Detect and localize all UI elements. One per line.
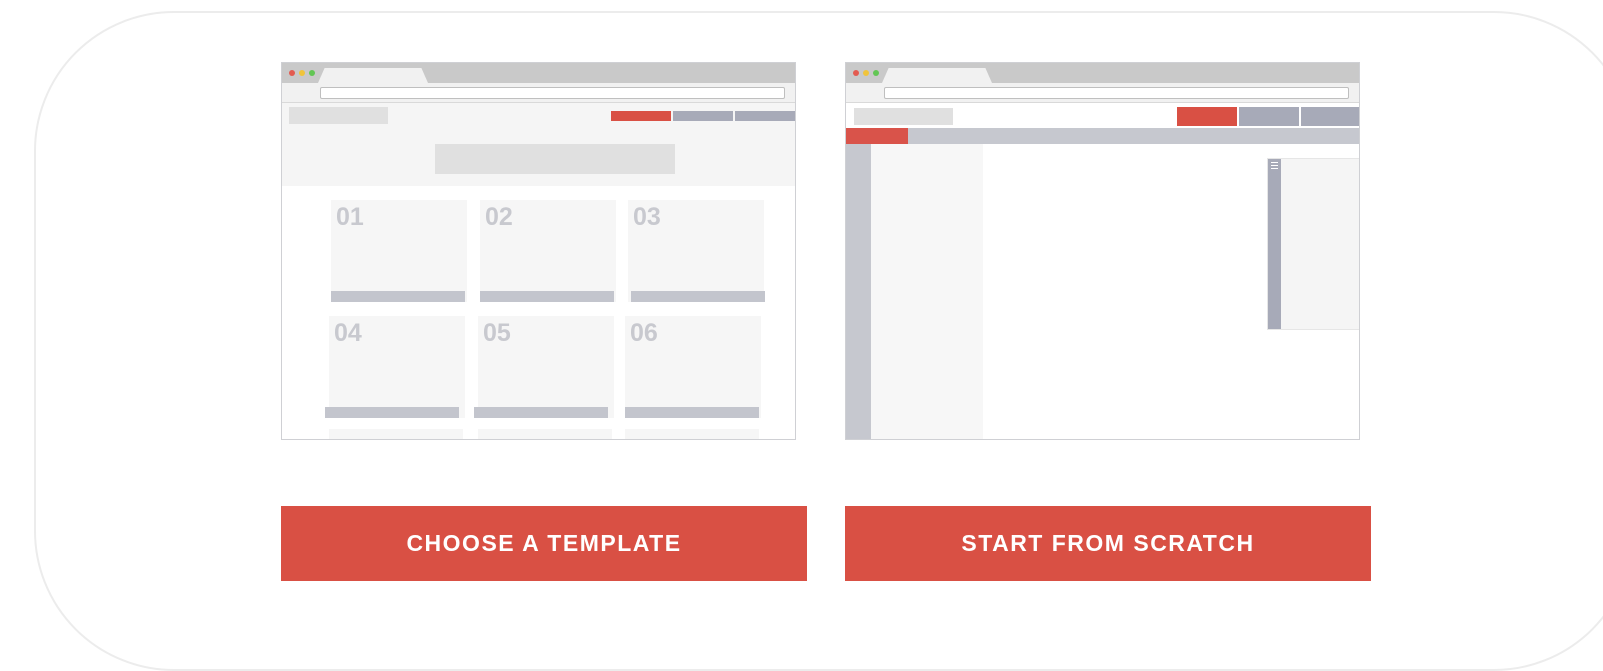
toolbar-strip-active [846,128,908,144]
window-controls [289,70,315,76]
nav-placeholder [1239,107,1299,126]
template-card-number: 02 [485,203,513,231]
nav-placeholder-active [1177,107,1237,126]
template-preview-window: 01 02 03 04 05 06 [281,62,796,440]
address-row [282,83,795,103]
hero-placeholder [435,144,675,174]
template-card: 01 [331,200,467,302]
minimize-dot-icon [863,70,869,76]
close-dot-icon [289,70,295,76]
nav-placeholder [673,111,733,121]
template-card-bar [325,407,459,418]
browser-tab-bar [282,63,795,83]
floating-panel-bar [1268,159,1281,329]
address-bar [884,87,1349,99]
close-dot-icon [853,70,859,76]
template-card: 05 [474,316,614,418]
template-card-partial [329,429,463,439]
template-card-partial [625,429,759,439]
toolbar-strip [846,128,1359,144]
window-controls [853,70,879,76]
template-card-bar [631,291,765,302]
template-card: 03 [628,200,765,302]
browser-tab [318,68,428,83]
maximize-dot-icon [873,70,879,76]
editor-sidebar [846,144,871,439]
choose-template-button[interactable]: CHOOSE A TEMPLATE [281,506,807,581]
address-bar [320,87,785,99]
template-card-partial [478,429,612,439]
template-card-number: 01 [336,203,364,231]
preview-navbar [282,103,795,127]
template-card-bar [331,291,465,302]
start-from-scratch-button[interactable]: START FROM SCRATCH [845,506,1371,581]
template-card-number: 04 [334,319,362,347]
floating-panel [1267,158,1359,330]
template-card-bar [474,407,608,418]
template-card-bar [480,291,614,302]
logo-placeholder [289,107,388,124]
template-card: 02 [480,200,616,302]
nav-placeholder [1301,107,1359,126]
nav-placeholder-active [611,111,671,121]
scratch-preview-window [845,62,1360,440]
nav-placeholder [735,111,795,121]
template-card: 04 [325,316,465,418]
template-card-bar [625,407,759,418]
browser-tab-bar [846,63,1359,83]
template-card: 06 [625,316,761,418]
template-card-number: 06 [630,319,658,347]
template-card-number: 05 [483,319,511,347]
logo-placeholder [854,108,953,125]
editor-side-panel [871,144,983,439]
minimize-dot-icon [299,70,305,76]
address-row [846,83,1359,103]
preview-navbar [846,103,1359,130]
template-card-number: 03 [633,203,661,231]
hamburger-icon [1271,162,1278,169]
maximize-dot-icon [309,70,315,76]
browser-tab [882,68,992,83]
